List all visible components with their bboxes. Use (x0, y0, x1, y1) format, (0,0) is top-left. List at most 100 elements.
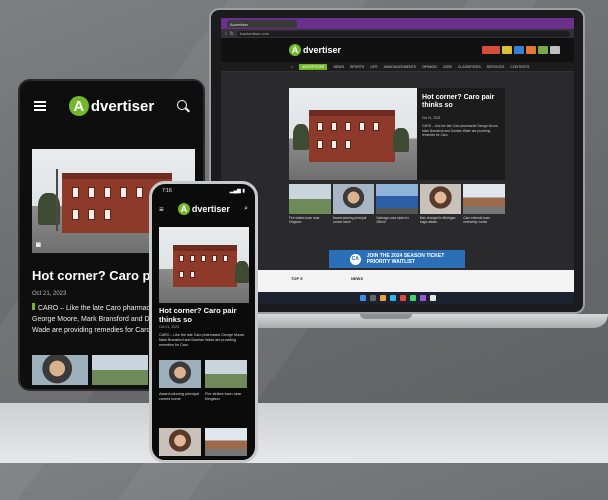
site-nav: ⌂ ADVERTISER NEWS SPORTS LIFE ANNOUNCEME… (221, 62, 574, 72)
ad-icon[interactable] (538, 46, 548, 54)
section-label: TOP 5 (291, 276, 303, 281)
site-logo[interactable]: A dvertiser (68, 96, 155, 116)
signal-icon: ▂▄▆ ▮ (229, 188, 245, 194)
app-icon[interactable] (409, 295, 416, 301)
banner-line-2: PRIORITY WAITLIST (366, 259, 415, 265)
hero-headline[interactable]: Hot corner? Caro pair thinks so (422, 94, 500, 110)
street-photo (463, 184, 505, 214)
truck-photo (376, 184, 418, 214)
back-icon[interactable]: ‹ (225, 31, 227, 37)
story-thumb[interactable]: Garbage cans stolen in Gilford (376, 184, 418, 229)
story-caption: Fire strikes town near Kingston (289, 216, 320, 224)
ad-icon[interactable] (526, 46, 536, 54)
street-photo[interactable] (205, 428, 247, 456)
hero-photo[interactable] (289, 88, 417, 180)
start-icon[interactable] (359, 295, 366, 301)
lower-section: TOP 5 NEWS (221, 270, 574, 292)
story-thumb-row: Fire strikes town near Kingston Award-wi… (289, 184, 505, 229)
search-icon[interactable] (177, 100, 189, 112)
nav-item[interactable]: CONTESTS (510, 65, 529, 69)
app-icon[interactable] (379, 295, 386, 301)
hero-summary: CARO – Like the late Caro pharmacist Geo… (422, 124, 499, 137)
search-icon[interactable]: ⌕ (244, 205, 248, 213)
street-photo[interactable] (92, 355, 148, 385)
phone-hero-photo[interactable] (159, 227, 249, 303)
portrait-photo[interactable] (32, 355, 88, 385)
nav-item[interactable]: ANNOUNCEMENTS (384, 65, 416, 69)
portrait-photo (419, 184, 462, 214)
nav-item[interactable]: ADVERTISER (299, 63, 328, 70)
app-icon[interactable] (389, 295, 396, 301)
phone-status-bar: 7:16 ▂▄▆ ▮ (152, 184, 255, 198)
story-thumb[interactable]: Caro extends town redevelop. funds (463, 184, 505, 229)
phone-caption[interactable]: Fire strikes town near Kingston (205, 392, 249, 402)
nav-item[interactable]: SERVICES (487, 65, 505, 69)
story-thumb[interactable]: Award-winning principal comes home (332, 184, 375, 229)
street-photo[interactable] (205, 360, 247, 388)
hero-date: Oct 21, 2023 (422, 116, 441, 120)
app-icon[interactable] (399, 295, 406, 301)
ad-icon[interactable] (550, 46, 560, 54)
phone-device: 7:16 ▂▄▆ ▮ ≡ A dvertiser ⌕ Hot corner? C… (149, 181, 258, 463)
tablet-header: A dvertiser (20, 81, 203, 131)
browser-toolbar: ‹ ↻ tcadvertiser.com (221, 29, 574, 38)
search-icon[interactable] (369, 295, 376, 301)
logo-text: dvertiser (191, 204, 230, 214)
ad-icon[interactable] (502, 46, 512, 54)
nav-item[interactable]: NEWS (333, 65, 344, 69)
phone-headline[interactable]: Hot corner? Caro pair thinks so (159, 306, 251, 324)
story-caption: Garbage cans stolen in Gilford (376, 216, 409, 224)
story-thumb[interactable]: Fire strikes town near Kingston (289, 184, 331, 229)
ad-icon[interactable] (482, 46, 500, 54)
phone-header: ≡ A dvertiser ⌕ (152, 198, 255, 220)
app-icon[interactable] (419, 295, 426, 301)
nav-item[interactable]: OPINION (422, 65, 437, 69)
portrait-photo[interactable] (159, 360, 201, 388)
tablet-date: Oct 21, 2023 (32, 291, 67, 297)
laptop-screen: Advertiser ‹ ↻ tcadvertiser.com A dverti… (221, 18, 574, 304)
story-caption: Caro extends town redevelop. funds (463, 216, 490, 224)
app-icon[interactable] (429, 295, 436, 301)
reload-icon[interactable]: ↻ (230, 31, 234, 37)
site-logo[interactable]: A dvertiser (177, 203, 230, 215)
nav-item[interactable]: JOBS (443, 65, 452, 69)
ad-banner[interactable]: CA JOIN THE 2024 SEASON TICKET PRIORITY … (329, 250, 465, 268)
nav-item[interactable]: CLASSIFIEDS (458, 65, 481, 69)
logo-text: dvertiser (303, 45, 342, 55)
camera-icon[interactable]: ◙ (36, 240, 41, 249)
banner-logo: CA (349, 253, 361, 265)
phone-date: Oct 21, 2023 (159, 325, 180, 329)
hero-text: Hot corner? Caro pair thinks so Oct 21, … (417, 88, 505, 180)
browser-tab[interactable]: Advertiser (227, 19, 297, 28)
laptop-notch (360, 314, 412, 319)
address-bar[interactable]: tcadvertiser.com (236, 30, 570, 37)
section-label: NEWS (351, 276, 363, 281)
menu-icon[interactable]: ≡ (159, 205, 164, 214)
phone-summary: CARO – Like the late Caro pharmacist Geo… (159, 333, 246, 347)
logo-badge: A (289, 44, 301, 56)
nav-item[interactable]: SPORTS (350, 65, 364, 69)
portrait-photo (332, 184, 375, 214)
browser-tab-bar: Advertiser (221, 18, 574, 29)
story-thumb[interactable]: Man charged in Michigan tragic attack (419, 184, 462, 229)
story-caption: Man charged in Michigan tragic attack (419, 216, 456, 224)
hero-story[interactable]: Hot corner? Caro pair thinks so Oct 21, … (289, 88, 505, 180)
phone-caption[interactable]: Award-winning principal comes home (159, 392, 203, 402)
os-taskbar (221, 292, 574, 304)
summary-accent-bar (32, 303, 35, 310)
phone-time: 7:16 (162, 188, 172, 194)
logo-badge: A (177, 203, 190, 215)
logo-badge: A (68, 96, 89, 116)
story-caption: Award-winning principal comes home (332, 216, 367, 224)
logo-text: dvertiser (90, 97, 155, 115)
fire-photo (289, 184, 331, 214)
home-icon[interactable]: ⌂ (291, 65, 293, 69)
menu-icon[interactable] (34, 101, 46, 111)
site-logo[interactable]: A dvertiser (289, 44, 341, 56)
display-surface (0, 403, 608, 463)
ad-icon[interactable] (514, 46, 524, 54)
header-ad-strip (482, 46, 560, 54)
site-header: A dvertiser (221, 38, 574, 62)
nav-item[interactable]: LIFE (370, 65, 377, 69)
portrait-photo[interactable] (159, 428, 201, 456)
